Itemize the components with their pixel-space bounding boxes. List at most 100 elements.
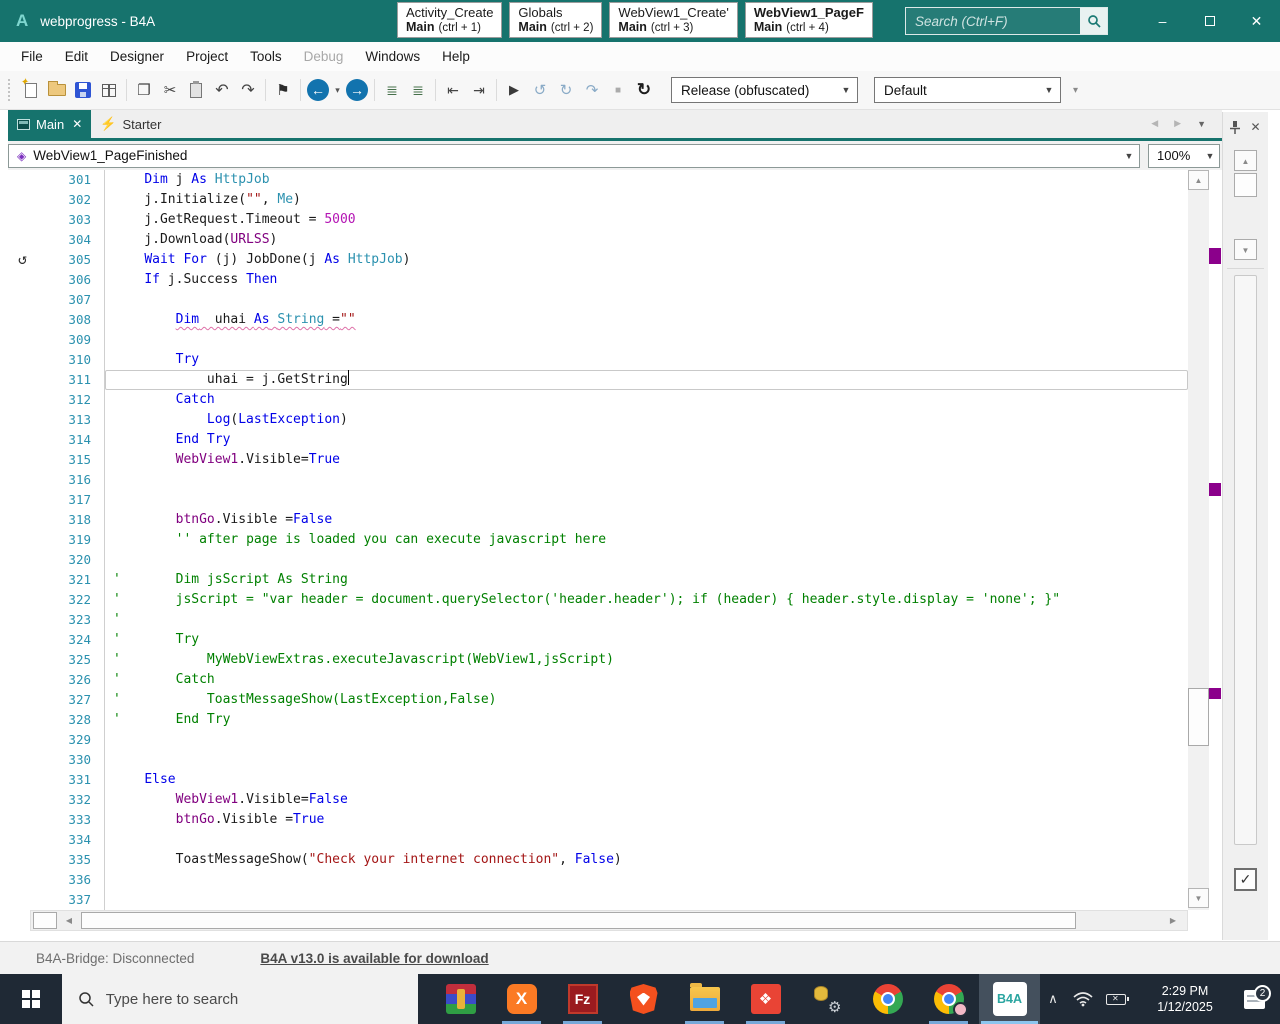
editor-horizontal-scrollbar[interactable]: ◀ ▶ [30, 910, 1188, 931]
taskbar-b4a-icon[interactable]: B4A [979, 974, 1040, 1024]
taskbar-red-app-icon[interactable]: ❖ [735, 974, 796, 1024]
menu-edit[interactable]: Edit [54, 42, 99, 71]
taskbar-brave-icon[interactable] [613, 974, 674, 1024]
ide-search-box[interactable]: Search (Ctrl+F) [905, 7, 1108, 35]
indent-icon[interactable]: ⇥ [466, 77, 492, 103]
tab-scroll-right-icon[interactable]: ▶ [1174, 118, 1181, 129]
action-center-button[interactable]: 2 [1234, 990, 1274, 1009]
scroll-right-icon[interactable]: ▶ [1163, 912, 1183, 929]
panel-scroll-thumb[interactable] [1234, 173, 1257, 197]
code-line: 303 j.GetRequest.Timeout = 5000 [8, 210, 1188, 230]
scroll-up-icon[interactable]: ▲ [1188, 170, 1209, 190]
toolbar-grip[interactable] [8, 79, 12, 101]
taskbar-chrome-icon[interactable] [857, 974, 918, 1024]
maximize-button[interactable] [1186, 0, 1233, 42]
taskbar-xampp-icon[interactable]: X [491, 974, 552, 1024]
splitter-box[interactable] [33, 912, 57, 929]
cut-icon[interactable]: ✂ [157, 77, 183, 103]
code-text [105, 730, 1188, 750]
vertical-scroll-thumb[interactable] [1188, 688, 1209, 746]
taskbar-chrome-profile-icon[interactable] [918, 974, 979, 1024]
bookmark-icon[interactable]: ⚑ [270, 77, 296, 103]
menu-project[interactable]: Project [175, 42, 239, 71]
minimize-button[interactable]: – [1139, 0, 1186, 42]
taskbar-filezilla-icon[interactable]: Fz [552, 974, 613, 1024]
menu-designer[interactable]: Designer [99, 42, 175, 71]
chevron-down-icon: ▼ [1201, 151, 1219, 161]
outdent-icon[interactable]: ⇤ [440, 77, 466, 103]
step-into-icon[interactable]: ↻ [553, 77, 579, 103]
tab-main[interactable]: Main ✕ [8, 110, 91, 138]
code-text: ' Dim jsScript As String [105, 570, 1188, 590]
code-text: Catch [105, 390, 1188, 410]
pin-icon[interactable] [1230, 121, 1240, 134]
close-panel-icon[interactable]: ✕ [1250, 120, 1260, 134]
editor-zoom-value: 100% [1157, 148, 1201, 163]
close-button[interactable]: ✕ [1233, 0, 1280, 42]
code-line: 308 Dim uhai As String ="" [8, 310, 1188, 330]
horizontal-scroll-thumb[interactable] [81, 912, 1076, 929]
navigate-back-icon[interactable]: ← [305, 77, 331, 103]
navigate-forward-icon[interactable]: → [344, 77, 370, 103]
taskbar-db-tools-icon[interactable]: ⚙ [796, 974, 857, 1024]
copy-icon[interactable]: ❐ [131, 77, 157, 103]
menu-file[interactable]: File [10, 42, 54, 71]
open-project-icon[interactable] [44, 77, 70, 103]
toolbar-overflow-icon[interactable]: ▾ [1073, 85, 1078, 96]
scroll-down-icon[interactable]: ▼ [1234, 239, 1257, 260]
resume-icon[interactable]: ↺ [527, 77, 553, 103]
taskbar-search-box[interactable]: Type here to search [62, 974, 418, 1024]
quick-tab-2[interactable]: GlobalsMain(ctrl + 2) [509, 2, 602, 38]
editor-zoom-select[interactable]: 100% ▼ [1148, 144, 1220, 168]
build-configuration-select[interactable]: Release (obfuscated) ▼ [671, 77, 858, 103]
panel-lower-track[interactable] [1234, 275, 1257, 845]
paste-icon[interactable] [183, 77, 209, 103]
menu-tools[interactable]: Tools [239, 42, 293, 71]
new-file-icon[interactable] [18, 77, 44, 103]
scroll-left-icon[interactable]: ◀ [59, 912, 79, 929]
quick-tab-3[interactable]: WebView1_Create'Main(ctrl + 3) [609, 2, 737, 38]
rebuild-icon[interactable]: ↻ [631, 77, 657, 103]
code-editor[interactable]: 301 Dim j As HttpJob302 j.Initialize("",… [8, 170, 1188, 910]
code-line: 304 j.Download(URLSS) [8, 230, 1188, 250]
close-tab-icon[interactable]: ✕ [72, 117, 82, 131]
taskbar-clock[interactable]: 2:29 PM 1/12/2025 [1144, 983, 1226, 1015]
battery-icon[interactable] [1106, 994, 1126, 1005]
tray-chevron-up-icon[interactable]: ∧ [1040, 991, 1066, 1007]
ui-theme-select[interactable]: Default ▼ [874, 77, 1061, 103]
step-over-icon[interactable]: ↷ [579, 77, 605, 103]
undo-icon[interactable]: ↶ [209, 77, 235, 103]
tab-scroll-left-icon[interactable]: ◀ [1151, 118, 1158, 129]
editor-vertical-scrollbar[interactable]: ▲ ▼ [1188, 170, 1209, 910]
menu-help[interactable]: Help [431, 42, 481, 71]
save-icon[interactable] [70, 77, 96, 103]
chevron-down-icon: ▼ [1038, 85, 1060, 95]
panel-scroll-track[interactable] [1234, 199, 1257, 239]
wifi-icon[interactable] [1073, 991, 1093, 1007]
start-button[interactable] [0, 974, 62, 1024]
panel-checkbox[interactable]: ✓ [1234, 868, 1257, 891]
back-history-dropdown-icon[interactable]: ▾ [331, 77, 344, 103]
redo-icon[interactable]: ↷ [235, 77, 261, 103]
update-download-link[interactable]: B4A v13.0 is available for download [260, 951, 488, 966]
stop-icon[interactable]: ■ [605, 77, 631, 103]
export-package-icon[interactable] [96, 77, 122, 103]
scroll-up-icon[interactable]: ▲ [1234, 150, 1257, 171]
taskbar-explorer-icon[interactable] [674, 974, 735, 1024]
code-line: 323' [8, 610, 1188, 630]
run-icon[interactable]: ▶ [501, 77, 527, 103]
quick-tab-4[interactable]: WebView1_PageFMain(ctrl + 4) [745, 2, 873, 38]
search-icon[interactable] [1080, 8, 1107, 34]
menu-windows[interactable]: Windows [354, 42, 431, 71]
uncomment-icon[interactable]: ≣ [405, 77, 431, 103]
menu-debug[interactable]: Debug [293, 42, 355, 71]
code-text: Else [105, 770, 1188, 790]
tab-starter[interactable]: ⚡ Starter [91, 110, 170, 138]
scroll-down-icon[interactable]: ▼ [1188, 888, 1209, 908]
quick-tab-1[interactable]: Activity_CreateMain(ctrl + 1) [397, 2, 502, 38]
sub-navigator-select[interactable]: ◈ WebView1_PageFinished ▼ [8, 144, 1140, 168]
taskbar-winrar-icon[interactable] [430, 974, 491, 1024]
event-selector-row: ◈ WebView1_PageFinished ▼ 100% ▼ [8, 141, 1222, 170]
comment-icon[interactable]: ≣ [379, 77, 405, 103]
tab-list-dropdown-icon[interactable]: ▼ [1197, 119, 1206, 129]
